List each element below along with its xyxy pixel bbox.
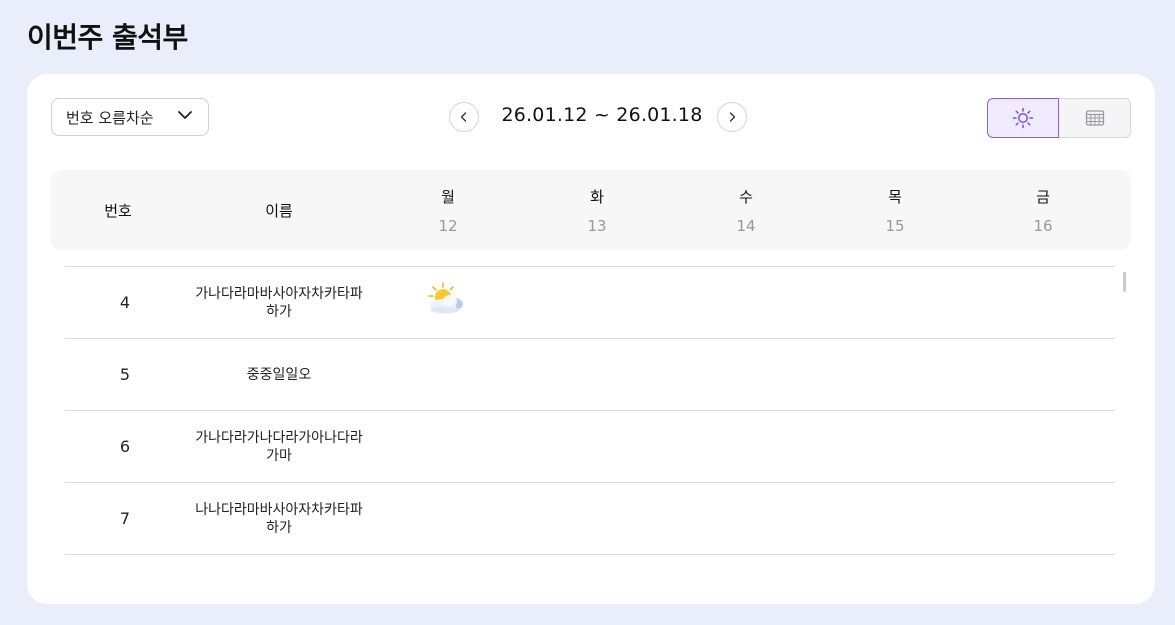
header-day-wed: 수 14 bbox=[686, 170, 806, 250]
day-label: 수 bbox=[739, 187, 753, 206]
calendar-view-button[interactable] bbox=[1059, 98, 1131, 138]
table-row[interactable]: 7 나나다라마바사아자차카타파하가 bbox=[65, 482, 1114, 555]
week-range-label: 26.01.12 ~ 26.01.18 bbox=[501, 104, 703, 126]
sort-dropdown[interactable]: 번호 오름차순 bbox=[51, 98, 209, 136]
next-week-button[interactable] bbox=[717, 102, 747, 132]
table-header: 번호 이름 월 12 화 13 수 14 목 15 금 16 bbox=[51, 170, 1131, 250]
previous-week-button[interactable] bbox=[449, 102, 479, 132]
day-date: 16 bbox=[1033, 216, 1053, 235]
student-name: 가나다라가나다라가아나다라가마 bbox=[195, 429, 363, 464]
table-row[interactable]: 4 가나다라마바사아자차카타파하가 bbox=[65, 266, 1114, 338]
header-name: 이름 bbox=[265, 201, 293, 220]
day-date: 15 bbox=[885, 216, 905, 235]
day-label: 목 bbox=[888, 187, 902, 206]
sort-dropdown-label: 번호 오름차순 bbox=[66, 108, 154, 127]
student-number: 6 bbox=[119, 437, 131, 456]
header-day-fri: 금 16 bbox=[983, 170, 1103, 250]
view-toggle bbox=[987, 98, 1131, 138]
student-number: 4 bbox=[119, 293, 131, 312]
table-row[interactable]: 6 가나다라가나다라가아나다라가마 bbox=[65, 410, 1114, 482]
table-row[interactable]: 5 중중일일오 bbox=[65, 338, 1114, 410]
sun-icon bbox=[1012, 107, 1034, 129]
weather-view-button[interactable] bbox=[987, 98, 1059, 138]
attendance-card: 번호 오름차순 26.01.12 ~ 26.01.18 번호 이름 월 12 화… bbox=[27, 74, 1155, 604]
header-day-mon: 월 12 bbox=[388, 170, 508, 250]
sun-behind-cloud-icon[interactable] bbox=[423, 279, 469, 319]
day-date: 13 bbox=[587, 216, 607, 235]
day-date: 12 bbox=[438, 216, 458, 235]
student-number: 7 bbox=[119, 509, 131, 528]
header-day-thu: 목 15 bbox=[835, 170, 955, 250]
header-number: 번호 bbox=[104, 201, 132, 220]
chevron-right-icon bbox=[726, 111, 738, 123]
student-name: 나나다라마바사아자차카타파하가 bbox=[195, 501, 363, 536]
student-name: 중중일일오 bbox=[246, 366, 312, 383]
day-label: 금 bbox=[1036, 187, 1050, 206]
calendar-grid-icon bbox=[1084, 107, 1106, 129]
attendance-rows: 4 가나다라마바사아자차카타파하가 5 중중일일오 6 가나다라가나다라가아나다… bbox=[65, 266, 1114, 555]
day-label: 화 bbox=[590, 187, 604, 206]
student-name: 가나다라마바사아자차카타파하가 bbox=[195, 285, 363, 320]
day-date: 14 bbox=[736, 216, 756, 235]
chevron-left-icon bbox=[458, 111, 470, 123]
chevron-down-icon bbox=[176, 106, 194, 128]
scrollbar-thumb[interactable] bbox=[1123, 272, 1126, 292]
header-day-tue: 화 13 bbox=[537, 170, 657, 250]
page-title: 이번주 출석부 bbox=[27, 21, 188, 54]
day-label: 월 bbox=[441, 187, 455, 206]
student-number: 5 bbox=[119, 365, 131, 384]
